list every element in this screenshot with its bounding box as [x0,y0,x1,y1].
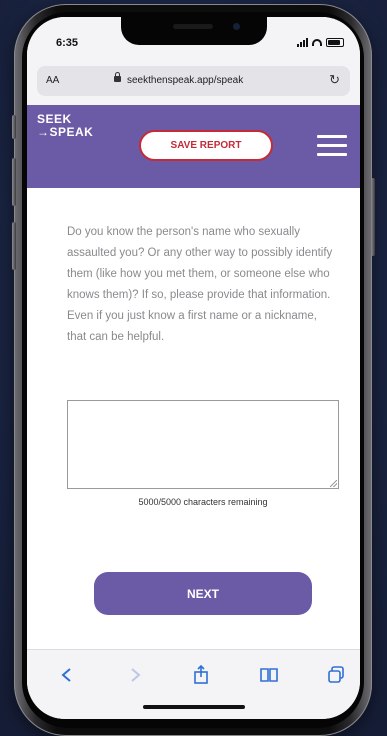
next-button[interactable]: NEXT [94,572,312,615]
save-report-button[interactable]: SAVE REPORT [139,130,273,161]
bookmarks-icon[interactable] [258,664,280,686]
logo-line-speak: →SPEAK [37,125,94,139]
app-header: SEEK →SPEAK SAVE REPORT [27,105,360,188]
browser-address-area: AA seekthenspeak.app/speak ↻ [27,61,360,105]
resize-grip-icon[interactable] [330,480,337,487]
notch [121,17,267,45]
tabs-icon[interactable] [325,664,347,686]
response-textarea[interactable] [67,400,339,489]
status-time: 6:35 [56,37,79,49]
phone-screen: 6:35 AA seekthenspeak.app/speak ↻ SEEK →… [27,17,360,719]
reload-icon[interactable]: ↻ [329,72,340,88]
mute-switch [12,115,16,139]
text-size-button[interactable]: AA [46,75,59,86]
speaker-grille [173,24,213,29]
cellular-signal-icon [297,38,308,47]
home-indicator [143,705,245,709]
logo[interactable]: SEEK →SPEAK [37,113,93,139]
battery-icon [326,38,344,47]
status-bar: 6:35 [27,17,360,61]
url-text[interactable]: seekthenspeak.app/speak [127,75,243,86]
address-bar[interactable]: AA seekthenspeak.app/speak ↻ [37,66,350,96]
back-icon[interactable] [56,664,78,686]
share-icon[interactable] [190,664,212,686]
wifi-icon [312,39,322,46]
volume-up-button [12,158,16,206]
forward-icon[interactable] [124,664,146,686]
front-camera [233,23,240,30]
characters-remaining: 5000/5000 characters remaining [138,497,268,507]
lock-icon [114,72,121,82]
status-icons [297,38,344,47]
hamburger-menu-icon[interactable] [317,135,347,157]
volume-down-button [12,222,16,270]
power-button [371,178,375,256]
question-text: Do you know the person's name who sexual… [67,226,333,343]
